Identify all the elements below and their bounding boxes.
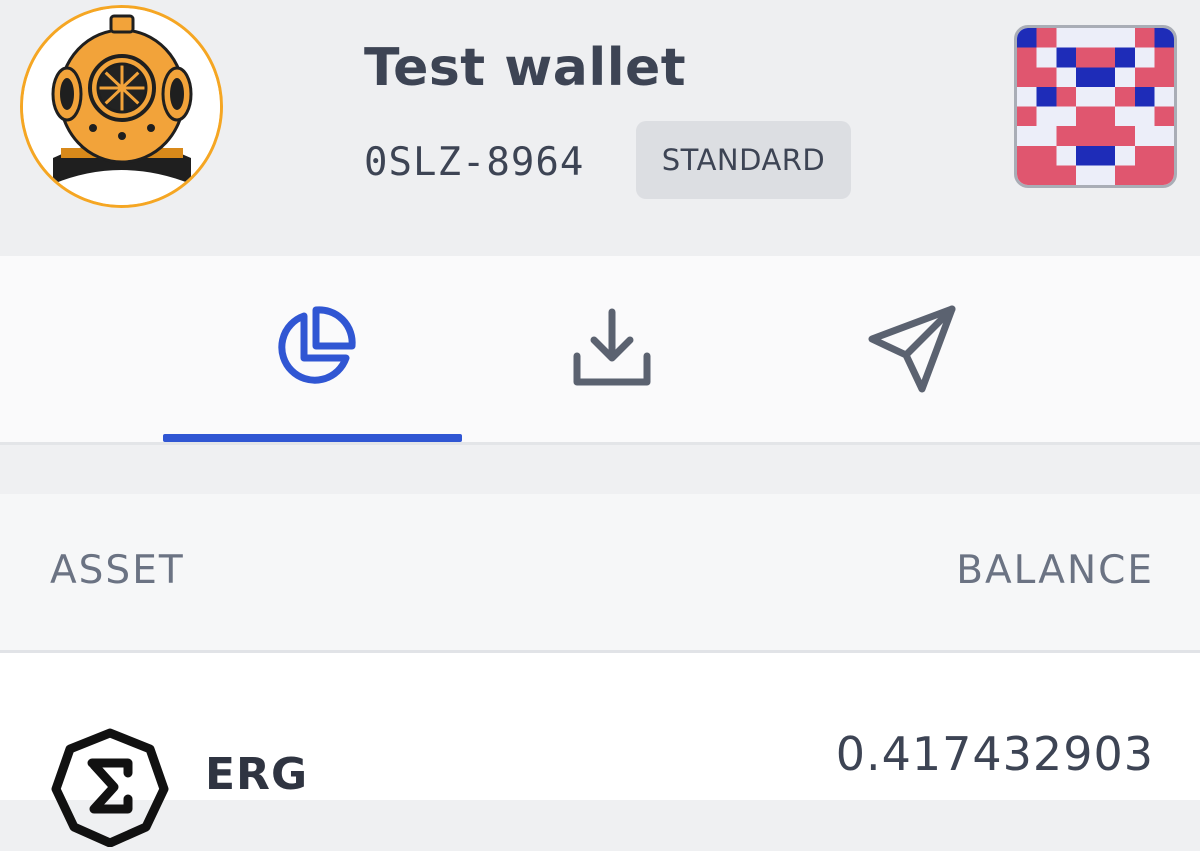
erg-icon: [50, 727, 170, 848]
wallet-checksum: 0SLZ-8964: [364, 140, 585, 185]
active-tab-indicator: [163, 434, 462, 442]
diving-helmet-logo: [20, 5, 223, 208]
wallet-header: Test wallet 0SLZ-8964 STANDARD: [0, 0, 1200, 256]
column-header-balance: BALANCE: [956, 548, 1154, 593]
wallet-type-badge: STANDARD: [636, 121, 851, 199]
column-header-asset: ASSET: [50, 548, 185, 593]
tab-receive[interactable]: [462, 256, 762, 442]
asset-ticker: ERG: [205, 749, 309, 800]
wallet-identicon: [1014, 25, 1177, 188]
tab-portfolio[interactable]: [163, 256, 463, 442]
assets-table: ASSET BALANCE ERG 0.417432903: [0, 494, 1200, 848]
asset-balance: 0.417432903: [835, 727, 1154, 781]
send-icon: [866, 303, 958, 395]
tab-send[interactable]: [762, 256, 1062, 442]
assets-table-header: ASSET BALANCE: [0, 494, 1200, 653]
pie-chart-icon: [268, 304, 358, 394]
download-icon: [567, 304, 657, 394]
asset-row[interactable]: ERG 0.417432903: [0, 653, 1200, 848]
wallet-nav-tabs: [0, 256, 1200, 445]
wallet-name: Test wallet: [364, 38, 687, 98]
